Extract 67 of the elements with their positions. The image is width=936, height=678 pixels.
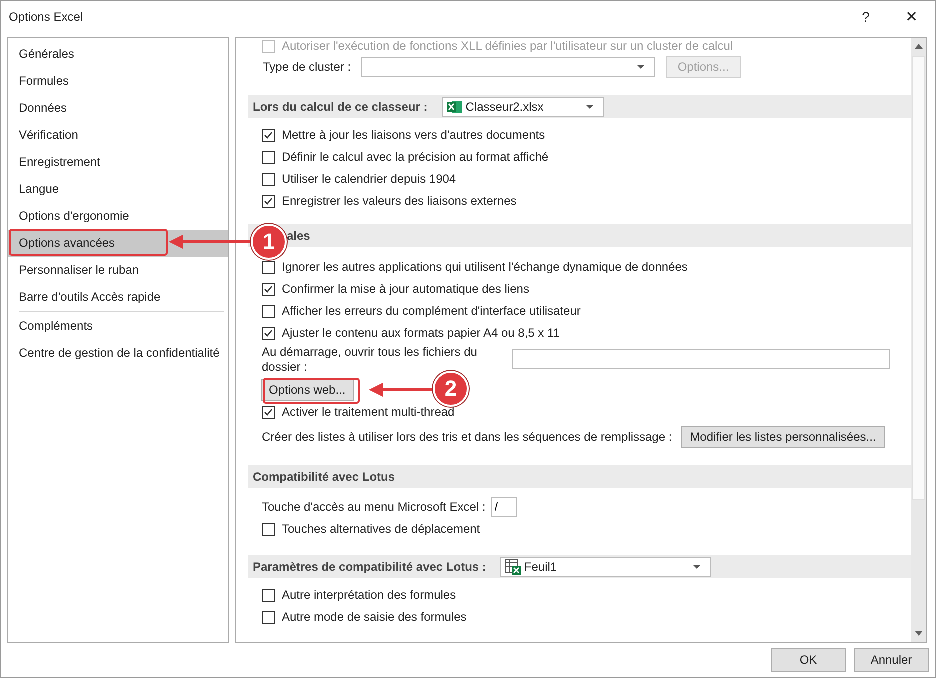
- scroll-up-icon: [915, 44, 923, 49]
- sidebar-item[interactable]: Formules: [8, 68, 228, 95]
- sidebar-item[interactable]: Compléments: [8, 313, 228, 340]
- checkbox[interactable]: [262, 588, 275, 602]
- checkbox-label: Autoriser l'exécution de fonctions XLL définies par l'utilisateur sur un cluster de calcul: [282, 39, 734, 53]
- sidebar-item[interactable]: Centre de gestion de la confidentialité: [8, 340, 228, 367]
- field-label: Créer des listes à utiliser lors des tris et dans les séquences de remplissage :: [262, 430, 672, 444]
- dialog-button[interactable]: OK: [771, 648, 846, 672]
- checkbox-label: Définir le calcul avec la précision au format affiché: [282, 150, 549, 164]
- field-label: Type de cluster :: [263, 60, 352, 74]
- sidebar-item[interactable]: Enregistrement: [8, 149, 228, 176]
- section-title: Compatibilité avec Lotus: [253, 470, 396, 484]
- scope-dropdown[interactable]: Feuil1: [500, 556, 712, 576]
- checkbox-label: Ajuster le contenu aux formats papier A4 ou 8,5 x 11: [282, 326, 560, 340]
- checkbox-label: Touches alternatives de déplacement: [282, 522, 480, 536]
- checkbox[interactable]: [262, 150, 275, 164]
- close-button[interactable]: ✕: [889, 1, 935, 33]
- caret-icon: [637, 65, 645, 69]
- sidebar-item[interactable]: Données: [8, 95, 228, 122]
- window-title: Options Excel: [9, 10, 84, 24]
- arrow: [369, 383, 435, 397]
- checkbox-label: Autre mode de saisie des formules: [282, 610, 467, 624]
- scope-dropdown[interactable]: Classeur2.xlsx: [442, 96, 604, 116]
- caret-icon: [586, 104, 594, 108]
- checkbox-label: Ignorer les autres applications qui utilisent l'échange dynamique de données: [282, 260, 688, 274]
- checkbox[interactable]: [262, 260, 275, 274]
- checkbox[interactable]: [262, 194, 275, 208]
- worksheet-icon: [505, 558, 522, 574]
- sidebar-item[interactable]: Langue: [8, 176, 228, 203]
- checkbox[interactable]: [262, 610, 275, 624]
- step-badge: 2: [433, 371, 469, 407]
- checkbox[interactable]: [262, 172, 275, 186]
- section-title: ales: [287, 228, 310, 242]
- help-button[interactable]: ?: [843, 1, 889, 33]
- checkbox-label: Enregistrer les valeurs des liaisons externes: [282, 194, 517, 208]
- section-title: Lors du calcul de ce classeur :: [253, 100, 428, 114]
- spreadsheet-icon: [446, 100, 463, 114]
- checkbox-label: Afficher les erreurs du complément d'interface utilisateur: [282, 304, 581, 318]
- sidebar-item[interactable]: Personnaliser le ruban: [8, 257, 228, 284]
- step-badge: 1: [251, 224, 287, 260]
- sidebar-item[interactable]: Générales: [8, 41, 228, 68]
- section-title: Paramètres de compatibilité avec Lotus :: [253, 560, 486, 574]
- checkbox[interactable]: [262, 128, 275, 142]
- checkbox-label: Utiliser le calendrier depuis 1904: [282, 172, 456, 186]
- checkbox-label: Activer le traitement multi-thread: [282, 405, 455, 419]
- checkbox[interactable]: [262, 522, 275, 536]
- folder-input-field[interactable]: [512, 349, 890, 369]
- scrollbar[interactable]: [911, 38, 926, 642]
- caret-icon: [693, 564, 702, 568]
- checkbox[interactable]: [262, 304, 275, 318]
- checkbox[interactable]: [262, 326, 275, 340]
- web-options-button[interactable]: Options web...: [261, 379, 354, 401]
- sidebar-item[interactable]: Options d'ergonomie: [8, 203, 228, 230]
- menu-key-field[interactable]: /: [490, 497, 517, 517]
- scroll-down-icon: [915, 631, 923, 636]
- dialog-button[interactable]: Annuler: [854, 648, 929, 672]
- dropdown-value: Feuil1: [524, 560, 558, 574]
- checkbox-label: Confirmer la mise à jour automatique des liens: [282, 282, 530, 296]
- edit-lists-button[interactable]: Modifier les listes personnalisées...: [681, 426, 886, 448]
- sidebar-item[interactable]: Barre d'outils Accès rapide: [8, 284, 228, 311]
- dropdown-value: Classeur2.xlsx: [466, 100, 544, 114]
- sidebar-item[interactable]: Vérification: [8, 122, 228, 149]
- checkbox[interactable]: [262, 406, 275, 418]
- checkbox-label: Mettre à jour les liaisons vers d'autres documents: [282, 128, 546, 142]
- checkbox-label: Autre interprétation des formules: [282, 588, 456, 602]
- checkbox[interactable]: [262, 282, 275, 296]
- field-label: Touche d'accès au menu Microsoft Excel :: [262, 500, 486, 514]
